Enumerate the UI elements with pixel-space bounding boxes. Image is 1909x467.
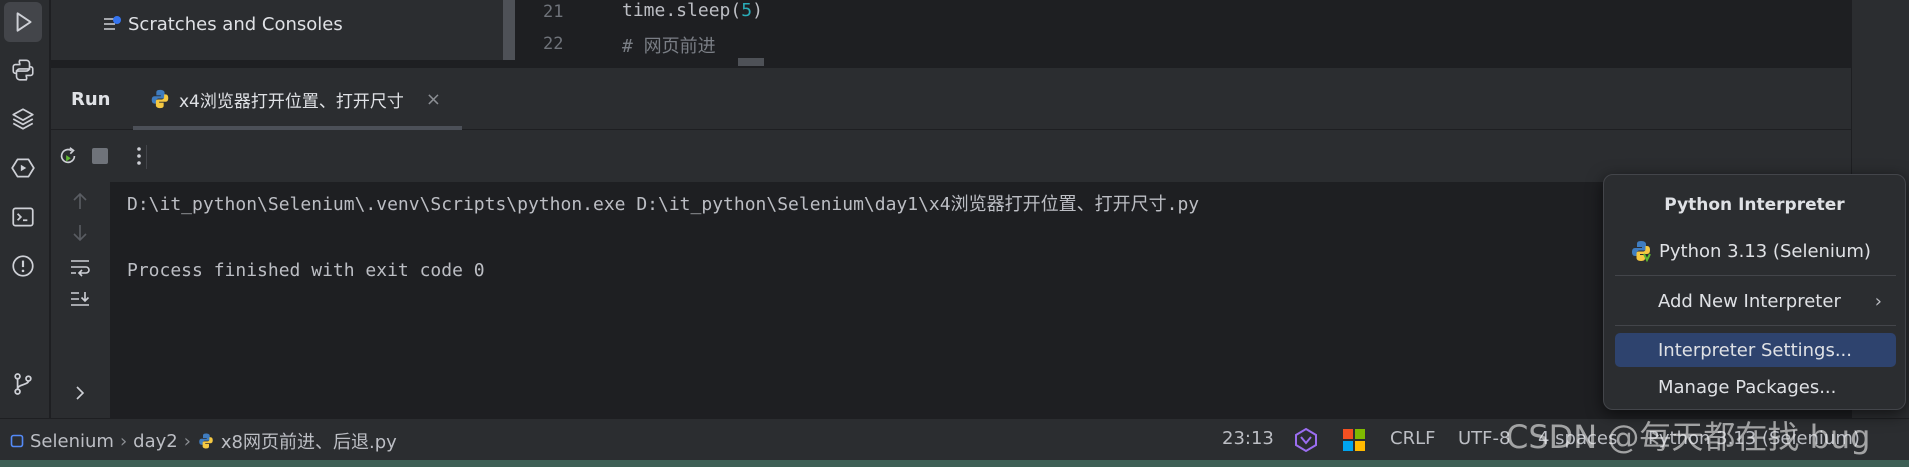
run-tab-label: x4浏览器打开位置、打开尺寸 [179, 91, 404, 112]
scroll-up-button[interactable] [65, 186, 95, 216]
layers-icon [12, 108, 34, 130]
interpreter-settings-label: Interpreter Settings... [1658, 339, 1853, 361]
code-line-22: # 网页前进 [622, 36, 716, 57]
current-interpreter-item[interactable]: Python 3.13 (Selenium) [1615, 234, 1896, 268]
python-file-icon [151, 89, 169, 109]
python-console-icon [12, 59, 34, 81]
run-title: Run [71, 89, 111, 110]
arrow-down-icon [73, 225, 87, 242]
more-options-button[interactable] [124, 141, 154, 171]
run-tool-button[interactable] [4, 2, 42, 42]
close-icon[interactable]: × [426, 89, 441, 110]
window-bottom-edge [0, 460, 1909, 467]
terminal-tool-button[interactable] [4, 197, 42, 237]
python-file-icon [199, 433, 213, 449]
ai-assistant-icon[interactable] [1293, 427, 1319, 453]
scratches-label: Scratches and Consoles [128, 14, 343, 35]
code-text: time.sleep( [622, 0, 742, 21]
run-toolbar [51, 131, 1851, 181]
code-line-21: time.sleep(5) [622, 0, 763, 21]
services-icon [11, 158, 35, 178]
status-bar: Selenium › day2 › x8网页前进、后退.py 23:13 CRL… [0, 418, 1909, 460]
stop-icon [92, 148, 108, 164]
chevron-right-icon: › [183, 430, 191, 452]
expand-button[interactable] [65, 378, 95, 408]
python-console-tool-button[interactable] [4, 50, 42, 90]
run-header: Run x4浏览器打开位置、打开尺寸 × [51, 68, 1851, 130]
terminal-icon [12, 207, 34, 227]
python-interpreter-popup: Python Interpreter Python 3.13 (Selenium… [1603, 174, 1906, 410]
caret-position[interactable]: 23:13 [1222, 428, 1274, 449]
console-line: Process finished with exit code 0 [127, 260, 485, 281]
problems-icon [12, 255, 34, 277]
python-packages-tool-button[interactable] [4, 99, 42, 139]
soft-wrap-icon [71, 260, 90, 277]
scratches-icon [104, 15, 121, 30]
editor-horizontal-scrollbar[interactable] [738, 58, 764, 66]
services-tool-button[interactable] [4, 148, 42, 188]
git-icon [14, 373, 32, 395]
add-new-interpreter-item[interactable]: Add New Interpreter › [1615, 284, 1896, 318]
interpreter-settings-item[interactable]: Interpreter Settings... [1615, 333, 1896, 367]
stop-button[interactable] [85, 141, 115, 171]
rerun-icon [60, 147, 76, 164]
line-number: 22 [543, 34, 564, 54]
run-tool-window: Run x4浏览器打开位置、打开尺寸 × D:\it_python\Seleni… [51, 68, 1851, 418]
add-new-interpreter-label: Add New Interpreter [1658, 290, 1841, 312]
breadcrumb-project[interactable]: Selenium [30, 431, 114, 452]
breadcrumb-folder[interactable]: day2 [133, 431, 178, 452]
git-tool-button[interactable] [4, 364, 42, 404]
code-paren: ) [752, 0, 763, 21]
breadcrumb: Selenium › day2 › x8网页前进、后退.py [10, 428, 397, 454]
chevron-right-icon [76, 386, 85, 400]
breadcrumb-file[interactable]: x8网页前进、后退.py [221, 428, 397, 454]
scroll-to-end-icon [71, 292, 90, 306]
project-scrollbar[interactable] [503, 0, 515, 60]
console-line: D:\it_python\Selenium\.venv\Scripts\pyth… [127, 194, 1200, 215]
manage-packages-item[interactable]: Manage Packages... [1615, 370, 1896, 404]
current-interpreter-label: Python 3.13 (Selenium) [1659, 240, 1871, 262]
windows-icon[interactable] [1343, 429, 1365, 451]
rerun-button[interactable] [53, 141, 83, 171]
scroll-to-end-button[interactable] [65, 284, 95, 314]
console-side-toolbar [51, 182, 109, 418]
tab-selected-indicator [133, 126, 462, 130]
popup-divider [1615, 275, 1896, 276]
interpreter-selector[interactable]: Python 3.13 (Selenium) [1648, 428, 1860, 449]
soft-wrap-button[interactable] [65, 252, 95, 282]
chevron-right-icon: › [1874, 290, 1882, 312]
popup-divider [1615, 325, 1896, 326]
line-separator[interactable]: CRLF [1390, 428, 1435, 449]
scroll-down-button[interactable] [65, 218, 95, 248]
file-encoding[interactable]: UTF-8 [1458, 428, 1510, 449]
manage-packages-label: Manage Packages... [1658, 376, 1837, 398]
code-number: 5 [741, 0, 753, 21]
run-icon [16, 12, 32, 32]
arrow-up-icon [73, 192, 87, 209]
python-venv-icon [1632, 241, 1651, 263]
console-output[interactable]: D:\it_python\Selenium\.venv\Scripts\pyth… [110, 182, 1851, 418]
indent-setting[interactable]: 4 spaces [1538, 428, 1617, 449]
run-configuration-tab[interactable]: x4浏览器打开位置、打开尺寸 × [133, 68, 462, 130]
module-icon [10, 434, 24, 448]
chevron-right-icon: › [119, 430, 128, 452]
problems-tool-button[interactable] [4, 246, 42, 286]
tool-window-strip [0, 0, 50, 418]
line-number: 21 [543, 2, 564, 22]
more-vertical-icon [137, 147, 141, 165]
scratches-and-consoles-node[interactable]: Scratches and Consoles [102, 14, 343, 35]
popup-title: Python Interpreter [1664, 195, 1845, 215]
